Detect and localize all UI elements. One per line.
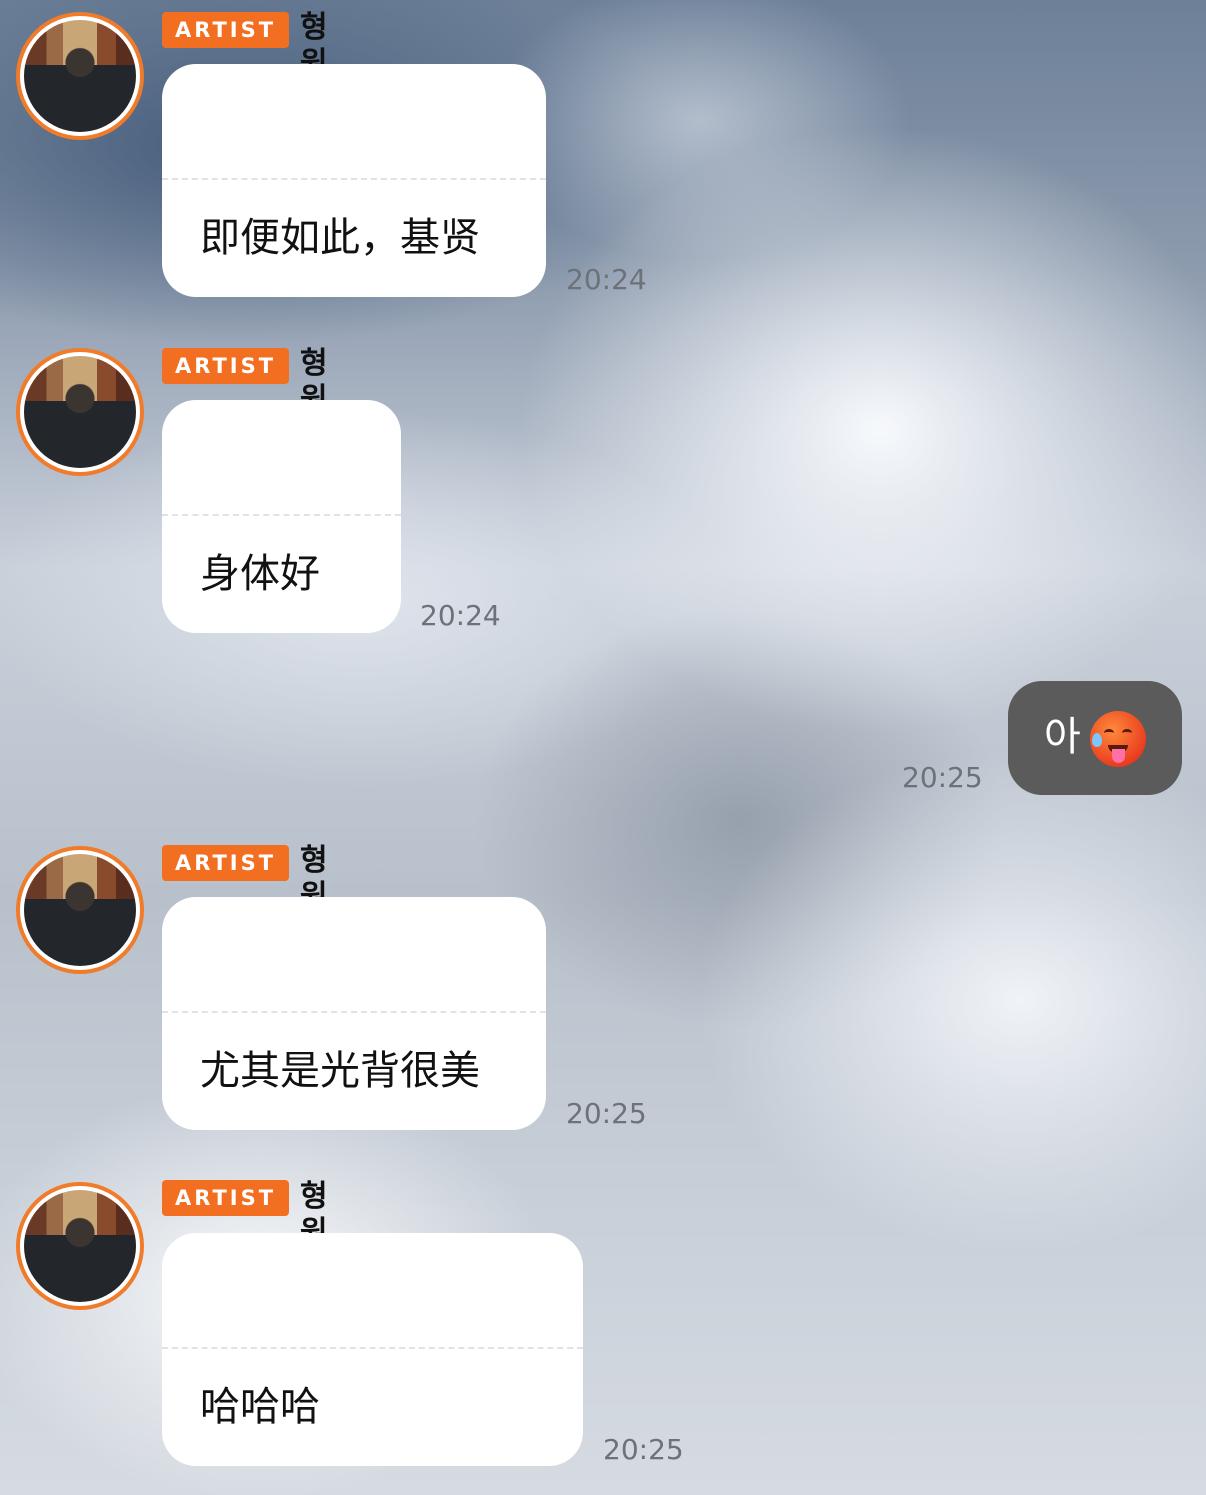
artist-badge: ARTIST: [162, 1180, 290, 1216]
message-bubble[interactable]: 身体好: [162, 400, 401, 633]
divider: [162, 514, 401, 516]
avatar-photo: [24, 1190, 136, 1302]
message-text: 即便如此，基贤: [200, 215, 480, 261]
artist-badge: ARTIST: [162, 348, 290, 384]
my-message-time: 20:25: [902, 761, 983, 794]
avatar-photo: [24, 20, 136, 132]
message-bubble[interactable]: 尤其是光背很美: [162, 897, 546, 1130]
my-message-bubble[interactable]: 아: [1008, 681, 1182, 795]
message-time: 20:24: [420, 599, 501, 632]
message-time: 20:25: [603, 1433, 684, 1466]
message-time: 20:24: [566, 263, 647, 296]
avatar-photo: [24, 854, 136, 966]
artist-badge: ARTIST: [162, 12, 290, 48]
message-text: 哈哈哈: [200, 1384, 320, 1430]
message-bubble[interactable]: 哈哈哈: [162, 1233, 583, 1466]
divider: [162, 1011, 546, 1013]
divider: [162, 1347, 583, 1349]
my-message-text: 아: [1044, 714, 1081, 760]
artist-badge: ARTIST: [162, 845, 290, 881]
message-text: 身体好: [200, 551, 320, 597]
avatar-photo: [24, 356, 136, 468]
avatar[interactable]: [16, 348, 144, 476]
divider: [162, 178, 546, 180]
avatar[interactable]: [16, 846, 144, 974]
message-text: 尤其是光背很美: [200, 1048, 480, 1094]
avatar[interactable]: [16, 1182, 144, 1310]
hot-face-emoji-icon: [1090, 711, 1146, 767]
message-time: 20:25: [566, 1097, 647, 1130]
message-bubble[interactable]: 即便如此，基贤: [162, 64, 546, 297]
avatar[interactable]: [16, 12, 144, 140]
